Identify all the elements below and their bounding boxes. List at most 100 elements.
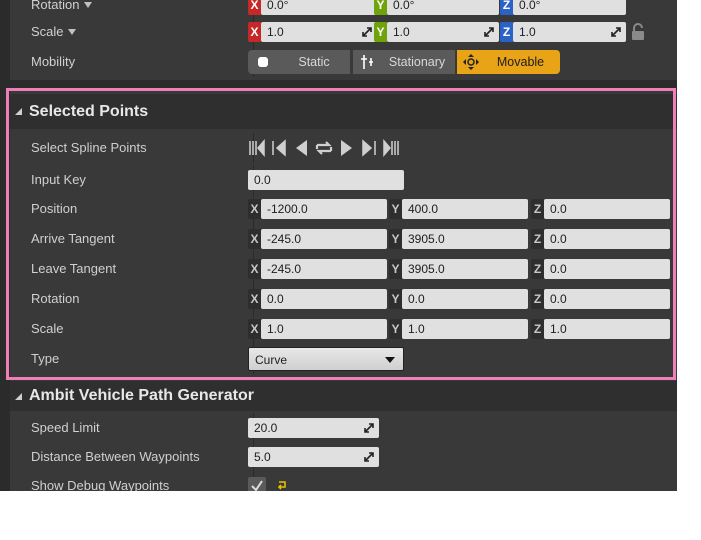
rotation-x-field[interactable]: 0.0° — [261, 0, 377, 15]
static-label: Static — [298, 55, 330, 69]
x-axis-label: X — [248, 229, 261, 249]
point-scale-z-value: 1.0 — [550, 322, 567, 336]
point-rotation-y-field[interactable]: 0.0 — [402, 289, 528, 309]
type-label: Type — [31, 351, 60, 366]
position-x-field[interactable]: -1200.0 — [261, 199, 387, 219]
scale-x-axis: X — [248, 22, 261, 42]
show-debug-checkbox[interactable] — [248, 477, 266, 491]
panel-gutter — [0, 0, 10, 491]
y-axis-label: Y — [389, 199, 402, 219]
reset-default-icon[interactable] — [276, 479, 288, 491]
drag-spin-icon[interactable] — [363, 422, 375, 434]
speed-limit-field[interactable]: 20.0 — [248, 418, 379, 438]
rotation-dropdown-icon[interactable] — [84, 2, 92, 8]
collapse-arrow-icon[interactable] — [15, 393, 22, 400]
arrive-tangent-x-value: -245.0 — [267, 232, 302, 246]
mobility-stationary-button[interactable]: Stationary — [353, 50, 455, 74]
arrive-tangent-row: Arrive Tangent X -245.0 Y 3905.0 Z 0.0 — [10, 224, 677, 254]
select-first-icon[interactable] — [248, 137, 268, 159]
select-spline-points-row: Select Spline Points — [10, 133, 677, 163]
z-axis-label: Z — [531, 229, 544, 249]
drag-spin-icon[interactable] — [361, 26, 373, 38]
leave-tangent-x-value: -245.0 — [267, 262, 302, 276]
point-scale-y-field[interactable]: 1.0 — [402, 319, 528, 339]
static-icon — [258, 57, 268, 67]
point-rotation-label: Rotation — [31, 291, 80, 306]
select-next-icon[interactable] — [336, 137, 356, 159]
leave-tangent-z-value: 0.0 — [550, 262, 567, 276]
scale-y-field[interactable]: 1.0 — [387, 22, 499, 42]
input-key-row: Input Key 0.0 — [10, 165, 677, 195]
x-axis-label: X — [248, 289, 261, 309]
input-key-label: Input Key — [31, 172, 86, 187]
scale-y-axis: Y — [374, 22, 387, 42]
drag-spin-icon[interactable] — [610, 26, 622, 38]
select-all-cycle-icon[interactable] — [314, 137, 334, 159]
y-axis-label: Y — [389, 229, 402, 249]
point-scale-row: Scale X 1.0 Y 1.0 Z 1.0 — [10, 314, 677, 344]
point-scale-y-value: 1.0 — [408, 322, 425, 336]
point-scale-z-field[interactable]: 1.0 — [544, 319, 670, 339]
spline-nav-buttons — [248, 137, 408, 159]
position-x-value: -1200.0 — [267, 202, 308, 216]
scale-y-value: 1.0 — [393, 25, 410, 39]
z-axis-label: Z — [531, 259, 544, 279]
speed-limit-value: 20.0 — [254, 421, 278, 435]
arrive-tangent-x-field[interactable]: -245.0 — [261, 229, 387, 249]
type-dropdown[interactable]: Curve — [248, 347, 404, 371]
point-scale-label: Scale — [31, 321, 64, 336]
rotation-z-value: 0.0° — [519, 0, 541, 12]
show-debug-label: Show Debug Waypoints — [31, 478, 170, 491]
select-last-icon[interactable] — [380, 137, 400, 159]
distance-label: Distance Between Waypoints — [31, 449, 200, 464]
ambit-header[interactable]: Ambit Vehicle Path Generator — [10, 381, 677, 411]
position-z-field[interactable]: 0.0 — [544, 199, 670, 219]
distance-row: Distance Between Waypoints 5.0 — [10, 442, 677, 472]
chevron-down-icon — [385, 357, 395, 363]
leave-tangent-x-field[interactable]: -245.0 — [261, 259, 387, 279]
speed-limit-row: Speed Limit 20.0 — [10, 413, 677, 443]
arrive-tangent-y-field[interactable]: 3905.0 — [402, 229, 528, 249]
section-title: Ambit Vehicle Path Generator — [29, 387, 254, 404]
point-scale-x-value: 1.0 — [267, 322, 284, 336]
stationary-icon — [361, 55, 373, 69]
select-prev-add-icon[interactable] — [270, 137, 290, 159]
move-arrows-icon — [463, 54, 479, 70]
mobility-label: Mobility — [31, 54, 76, 69]
point-rotation-z-value: 0.0 — [550, 292, 567, 306]
point-rotation-row: Rotation X 0.0 Y 0.0 Z 0.0 — [10, 284, 677, 314]
arrive-tangent-z-value: 0.0 — [550, 232, 567, 246]
point-rotation-x-field[interactable]: 0.0 — [261, 289, 387, 309]
arrive-tangent-z-field[interactable]: 0.0 — [544, 229, 670, 249]
leave-tangent-y-field[interactable]: 3905.0 — [402, 259, 528, 279]
scale-x-field[interactable]: 1.0 — [261, 22, 377, 42]
transform-scale-row: Scale X 1.0 Y 1.0 Z 1.0 — [10, 17, 677, 47]
collapse-arrow-icon[interactable] — [15, 108, 22, 115]
distance-field[interactable]: 5.0 — [248, 447, 379, 467]
arrive-tangent-label: Arrive Tangent — [31, 231, 115, 246]
drag-spin-icon[interactable] — [363, 451, 375, 463]
y-axis-label: Y — [389, 259, 402, 279]
leave-tangent-z-field[interactable]: 0.0 — [544, 259, 670, 279]
details-panel: Rotation X 0.0° Y 0.0° Z 0.0° Scale X 1.… — [0, 0, 677, 491]
select-next-add-icon[interactable] — [358, 137, 378, 159]
mobility-static-button[interactable]: Static — [248, 50, 350, 74]
drag-spin-icon[interactable] — [483, 26, 495, 38]
lock-icon[interactable] — [630, 23, 646, 41]
select-prev-icon[interactable] — [292, 137, 312, 159]
mobility-movable-button[interactable]: Movable — [457, 50, 560, 74]
scale-z-field[interactable]: 1.0 — [513, 22, 626, 42]
position-y-field[interactable]: 400.0 — [402, 199, 528, 219]
section-spacer — [10, 80, 677, 90]
input-key-field[interactable]: 0.0 — [248, 170, 404, 190]
selected-points-header[interactable]: Selected Points — [10, 94, 677, 129]
scale-dropdown-icon[interactable] — [68, 29, 76, 35]
point-scale-x-field[interactable]: 1.0 — [261, 319, 387, 339]
position-y-value: 400.0 — [408, 202, 439, 216]
point-rotation-y-value: 0.0 — [408, 292, 425, 306]
speed-limit-label: Speed Limit — [31, 420, 100, 435]
rotation-y-axis: Y — [374, 0, 387, 15]
rotation-z-field[interactable]: 0.0° — [513, 0, 626, 15]
point-rotation-z-field[interactable]: 0.0 — [544, 289, 670, 309]
rotation-y-field[interactable]: 0.0° — [387, 0, 499, 15]
